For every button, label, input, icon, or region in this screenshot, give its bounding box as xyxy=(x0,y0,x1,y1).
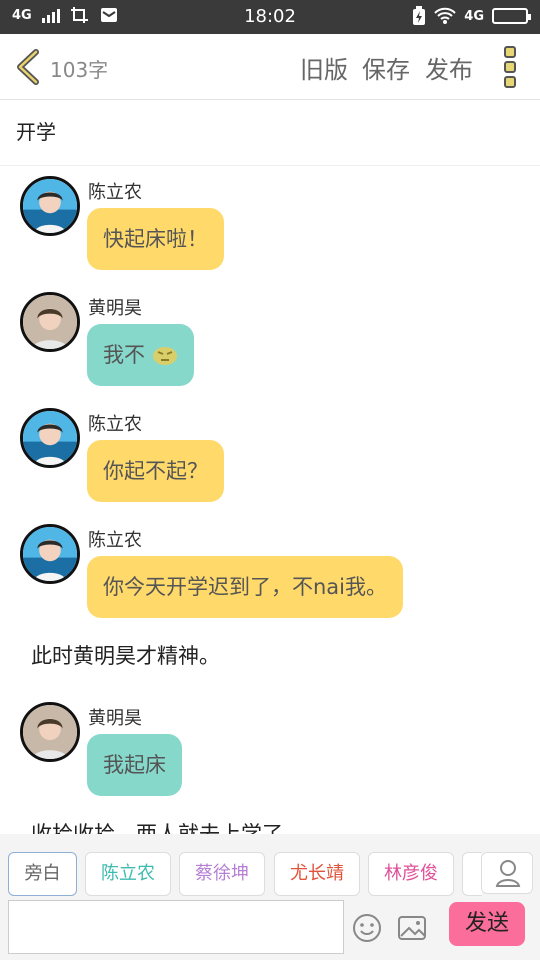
add-character-button[interactable] xyxy=(481,852,533,894)
character-chip-narrator[interactable]: 旁白 xyxy=(8,852,77,896)
back-arrow-icon[interactable] xyxy=(12,48,42,86)
save-button[interactable]: 保存 xyxy=(362,50,410,85)
image-icon[interactable] xyxy=(397,914,427,942)
message-text: 我不 xyxy=(103,343,145,367)
avatar[interactable] xyxy=(20,292,80,352)
character-chip[interactable]: 林彦俊 xyxy=(368,852,454,896)
editor-toolbar: 103字 旧版 保存 发布 xyxy=(0,34,540,100)
character-chip[interactable]: 蔡徐坤 xyxy=(179,852,265,896)
battery-icon xyxy=(492,8,531,24)
character-chip[interactable]: 尤长靖 xyxy=(274,852,360,896)
avatar[interactable] xyxy=(20,702,80,762)
sender-name: 陈立农 xyxy=(88,530,142,551)
sender-name: 黄明昊 xyxy=(88,298,142,319)
battery-saver-icon xyxy=(413,6,426,25)
message-text: 我起床 xyxy=(103,753,166,777)
word-count: 103字 xyxy=(50,58,109,82)
sender-name: 陈立农 xyxy=(88,414,142,435)
message-bubble[interactable]: 我不 xyxy=(87,324,194,386)
send-button[interactable]: 发送 xyxy=(449,902,525,946)
chip-label: 陈立农 xyxy=(101,863,155,884)
chip-label: 林彦俊 xyxy=(384,863,438,884)
avatar[interactable] xyxy=(20,408,80,468)
old-version-button[interactable]: 旧版 xyxy=(300,50,348,85)
person-icon xyxy=(495,860,521,887)
message-bubble[interactable]: 快起床啦！ xyxy=(87,208,224,270)
angry-face-emoji-icon xyxy=(152,347,177,365)
sender-name: 黄明昊 xyxy=(88,708,142,729)
narration-text[interactable]: 此时黄明昊才精神。 xyxy=(31,640,220,670)
avatar[interactable] xyxy=(20,524,80,584)
composer-panel: 旁白 陈立农 蔡徐坤 尤长靖 林彦俊 发送 xyxy=(0,834,540,960)
wifi-icon xyxy=(434,7,456,24)
message-bubble[interactable]: 我起床 xyxy=(87,734,182,796)
message-text: 快起床啦！ xyxy=(103,227,208,251)
character-selector: 旁白 陈立农 蔡徐坤 尤长靖 林彦俊 xyxy=(8,852,482,896)
more-menu-icon[interactable] xyxy=(500,46,520,90)
chip-label: 蔡徐坤 xyxy=(195,863,249,884)
message-bubble[interactable]: 你今天开学迟到了，不nai我。 xyxy=(87,556,404,618)
message-bubble[interactable]: 你起不起？ xyxy=(87,440,224,502)
sender-name: 陈立农 xyxy=(88,182,142,203)
status-bar: 4G 18:02 4G xyxy=(0,0,540,34)
story-title: 开学 xyxy=(16,120,56,144)
avatar[interactable] xyxy=(20,176,80,236)
message-text: 你起不起？ xyxy=(103,459,208,483)
chat-area[interactable]: 陈立农 快起床啦！ 黄明昊 我不 陈立农 你起不起？ 陈立农 你今天开学迟到了，… xyxy=(0,166,540,834)
publish-button[interactable]: 发布 xyxy=(425,50,473,85)
chip-label: 旁白 xyxy=(24,863,61,884)
message-input[interactable] xyxy=(8,900,344,954)
emoji-icon[interactable] xyxy=(352,913,382,943)
character-chip[interactable]: 陈立农 xyxy=(85,852,171,896)
chip-label: 尤长靖 xyxy=(290,863,344,884)
message-text: 你今天开学迟到了，不nai我。 xyxy=(103,575,388,599)
character-chip-partial[interactable] xyxy=(462,852,482,896)
narration-text[interactable]: 收拾收拾，两人就去上学了。 xyxy=(31,818,304,834)
story-title-bar[interactable]: 开学 xyxy=(0,100,540,166)
network-type-right: 4G xyxy=(464,8,484,24)
